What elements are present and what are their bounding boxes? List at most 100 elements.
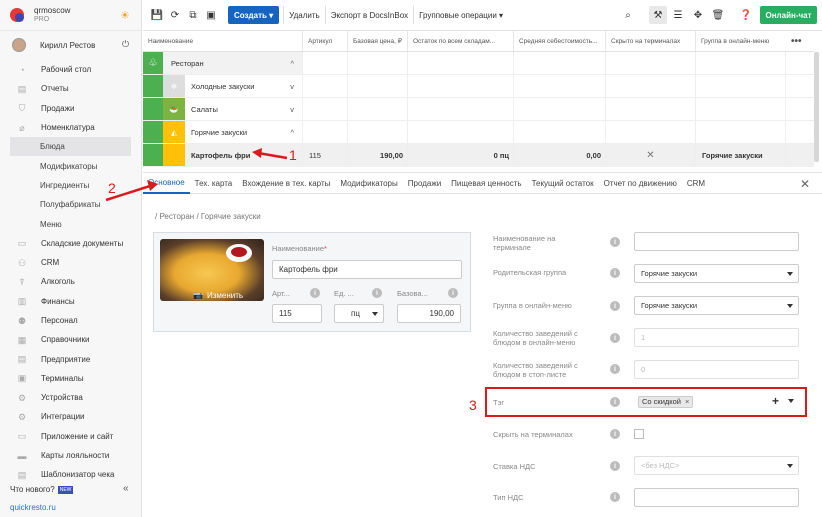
col-article[interactable]: Артикул [303,31,348,51]
create-button[interactable]: Создать ▾ [228,6,280,24]
collapse-chevron-icon[interactable]: ^ [290,128,294,137]
sidebar-item-7[interactable]: Полуфабрикаты [0,195,141,214]
expand-chevron-icon[interactable]: v [290,105,294,114]
tab-main[interactable]: Основное [143,172,190,194]
brand[interactable]: qrmoscow PRO ☀ [0,0,141,31]
expand-chevron-icon[interactable]: v [290,82,294,91]
refresh-icon[interactable]: ⟳ [166,6,184,24]
terminal-name-info-icon[interactable]: i [610,237,620,247]
footer-link[interactable]: quickresto.ru [10,503,56,512]
tab-crm[interactable]: CRM [682,172,710,194]
article-info-icon[interactable]: i [310,288,320,298]
copy-icon[interactable]: ⧉ [184,6,202,24]
table-row[interactable]: ❄ Холодные закуски v [143,75,814,98]
vat-rate-label: Ставка НДС [493,462,536,471]
col-name[interactable]: Наименование [143,31,303,51]
table-row[interactable]: ♧ Ресторан ^ [143,52,814,75]
tab-tech-card-inclusion[interactable]: Вхождение в тех. карты [237,172,335,194]
hide-on-terminals-checkbox[interactable] [634,429,644,439]
group-ops-button[interactable]: Групповые операции ▾ [413,6,508,24]
user-profile[interactable]: Кирилл Рестов ⏻ [0,31,141,59]
price-info-icon[interactable]: i [448,288,458,298]
online-group-info-icon[interactable]: i [610,301,620,311]
name-input[interactable]: Картофель фри [272,260,462,279]
unit-select[interactable]: пц [334,304,384,323]
cell-article: 115 [303,144,348,166]
sidebar-item-8[interactable]: Меню [0,214,141,233]
logout-icon[interactable]: ⏻ [122,39,129,50]
save-icon[interactable]: 💾 [148,6,166,24]
sidebar-item-9[interactable]: ▭ Складские документы [0,234,141,253]
dish-photo[interactable]: 📷 Изменить [160,239,264,301]
col-cost[interactable]: Средняя себестоимость... [514,31,606,51]
tools-icon[interactable]: ⚒ [649,6,667,24]
list-view-icon[interactable]: ☰ [669,6,687,24]
sidebar-item-14[interactable]: ▦ Справочники [0,330,141,349]
sidebar-item-21[interactable]: ▤ Шаблонизатор чека [0,465,141,484]
tab-current-stock[interactable]: Текущий остаток [527,172,599,194]
finance-icon: ▥ [17,296,27,307]
change-photo-button[interactable]: 📷 Изменить [193,291,243,300]
window-icon[interactable]: ▣ [202,6,220,24]
close-panel-icon[interactable]: ✕ [800,177,810,191]
tab-movement-report[interactable]: Отчет по движению [599,172,682,194]
sidebar-item-11[interactable]: ⍒ Алкоголь [0,272,141,291]
sidebar-item-0[interactable]: ◔ Рабочий стол [0,60,141,79]
online-menu-count-info-icon[interactable]: i [610,333,620,343]
online-group-select[interactable]: Горячие закуски [634,296,799,315]
sidebar-item-20[interactable]: ▬ Карты лояльности [0,446,141,465]
vat-type-info-icon[interactable]: i [610,492,620,502]
trash-icon[interactable]: 🗑 [709,6,727,24]
tab-modifiers[interactable]: Модификаторы [335,172,402,194]
sidebar-item-1[interactable]: ▤ Отчеты [0,79,141,98]
collapse-sidebar-icon[interactable]: « [123,483,129,494]
col-price[interactable]: Базовая цена, ₽ [348,31,408,51]
sidebar-item-5[interactable]: Модификаторы [0,156,141,175]
sidebar-item-15[interactable]: ▤ Предприятие [0,349,141,368]
tab-sales[interactable]: Продажи [403,172,446,194]
col-stock[interactable]: Остаток по всем складам... [408,31,514,51]
sidebar-item-16[interactable]: ▣ Терминалы [0,369,141,388]
sidebar-item-3[interactable]: ⌀ Номенклатура [0,118,141,137]
terminal-name-input[interactable] [634,232,799,251]
stop-list-count-info-icon[interactable]: i [610,364,620,374]
collapse-chevron-icon[interactable]: ^ [290,59,294,68]
parent-group-info-icon[interactable]: i [610,268,620,278]
avatar [12,38,26,52]
search-icon[interactable]: ⌕ [619,6,637,24]
theme-toggle-icon[interactable]: ☀ [120,9,130,22]
move-icon[interactable]: ✥ [689,6,707,24]
tab-tech-card[interactable]: Тех. карта [190,172,238,194]
help-icon[interactable]: ❓ [737,6,755,24]
sidebar-item-4[interactable]: Блюда [10,137,131,157]
table-row-selected[interactable]: Картофель фри 115 190,00 0 пц 0,00 ✕ Гор… [143,144,814,167]
sidebar-item-12[interactable]: ▥ Финансы [0,292,141,311]
more-columns-icon[interactable]: ••• [786,31,814,51]
tab-nutrition[interactable]: Пищевая ценность [446,172,526,194]
table-row[interactable]: ◭ Горячие закуски ^ [143,121,814,144]
sidebar-item-18[interactable]: ⚙ Интеграции [0,407,141,426]
parent-group-select[interactable]: Горячие закуски [634,264,799,283]
hide-on-terminals-info-icon[interactable]: i [610,429,620,439]
sidebar-item-19[interactable]: ▭ Приложение и сайт [0,427,141,446]
price-input[interactable]: 190,00 [397,304,461,323]
vat-rate-info-icon[interactable]: i [610,461,620,471]
vat-rate-select[interactable]: <без НДС> [634,456,799,475]
delete-button[interactable]: Удалить [283,6,325,24]
vat-type-input[interactable] [634,488,799,507]
whats-new-link[interactable]: Что нового? NEW [10,485,74,494]
table-scrollbar[interactable] [814,52,819,162]
col-online-group[interactable]: Группа в онлайн-меню [696,31,786,51]
table-row[interactable]: 🥗 Салаты v [143,98,814,121]
unit-info-icon[interactable]: i [372,288,382,298]
sidebar-item-6[interactable]: Ингредиенты [0,176,141,195]
online-chat-button[interactable]: Онлайн-чат [760,6,817,24]
directory-icon: ▦ [17,334,27,345]
sidebar-item-17[interactable]: ⚙ Устройства [0,388,141,407]
sidebar-item-10[interactable]: ⚇ CRM [0,253,141,272]
export-button[interactable]: Экспорт в DocsInBox [324,6,413,24]
article-input[interactable]: 115 [272,304,322,323]
sidebar-item-13[interactable]: ⚉ Персонал [0,311,141,330]
col-hidden[interactable]: Скрыто на терминалах [606,31,696,51]
sidebar-item-2[interactable]: ⛉ Продажи [0,99,141,118]
